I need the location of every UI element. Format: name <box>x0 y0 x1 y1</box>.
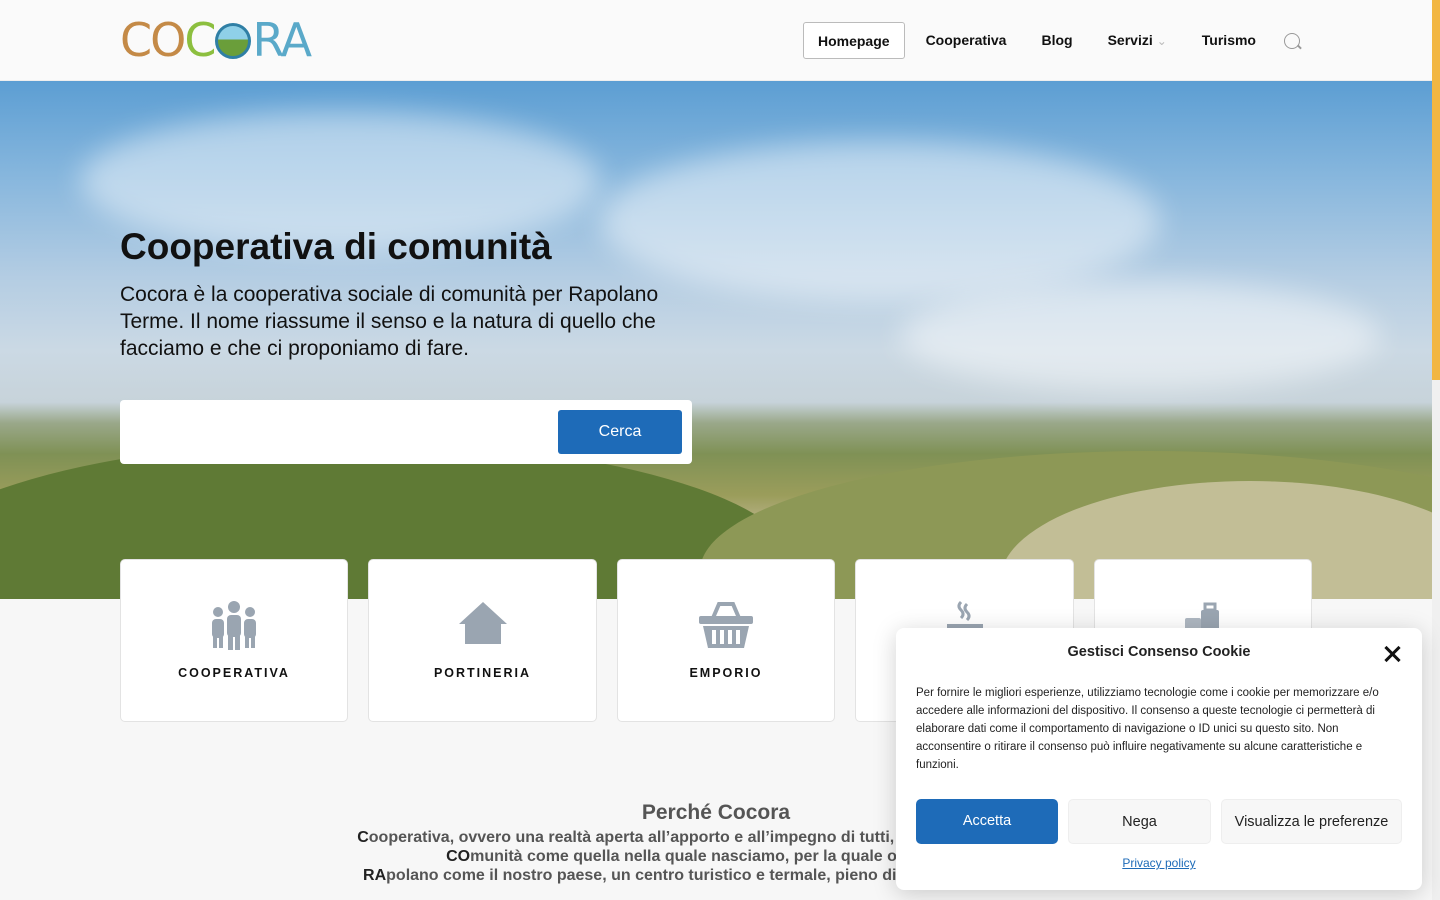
people-icon <box>210 600 258 656</box>
site-logo[interactable]: COC RA <box>120 13 345 67</box>
hero-title: Cooperativa di comunità <box>120 226 552 267</box>
hero-cloud <box>600 141 1160 301</box>
cookie-title: Gestisci Consenso Cookie <box>1067 644 1251 660</box>
card-portineria[interactable]: PORTINERIA <box>368 559 597 722</box>
privacy-policy-link[interactable]: Privacy policy <box>896 856 1422 870</box>
hero-subtitle: Cocora è la cooperativa sociale di comun… <box>120 283 659 360</box>
nav-cooperativa[interactable]: Cooperativa <box>912 22 1021 59</box>
card-label: PORTINERIA <box>433 666 532 680</box>
site-header: COC RA Homepage Cooperativa Blog Servizi ⌄… <box>0 0 1432 81</box>
accept-button[interactable]: Accetta <box>916 799 1058 844</box>
card-cooperativa[interactable]: COOPERATIVA <box>120 559 348 722</box>
search-icon[interactable] <box>1282 31 1302 51</box>
hero-search-box: Cerca <box>120 400 692 464</box>
basket-icon <box>697 600 755 654</box>
hero-section: Cooperativa di comunità Cocora è la coop… <box>0 81 1432 599</box>
cookie-consent-dialog: Gestisci Consenso Cookie Per fornire le … <box>896 628 1422 890</box>
nav-homepage[interactable]: Homepage <box>802 22 905 59</box>
nav-blog[interactable]: Blog <box>1027 22 1086 59</box>
scrollbar-thumb[interactable] <box>1432 0 1440 380</box>
search-input[interactable] <box>134 410 554 454</box>
nav-servizi-label: Servizi <box>1107 32 1153 48</box>
search-button[interactable]: Cerca <box>558 410 682 454</box>
logo-wordmark: COC RA <box>120 13 312 67</box>
close-icon[interactable] <box>1382 644 1402 664</box>
perche-acronym: CO <box>446 848 471 865</box>
perche-acronym: C <box>357 829 369 846</box>
hero-cloud <box>900 281 1380 391</box>
view-preferences-button[interactable]: Visualizza le preferenze <box>1221 799 1402 844</box>
card-label: COOPERATIVA <box>178 666 290 680</box>
card-emporio[interactable]: EMPORIO <box>617 559 835 722</box>
card-label: EMPORIO <box>689 666 763 680</box>
cookie-body-text: Per fornire le migliori esperienze, util… <box>916 687 1379 771</box>
house-icon <box>457 600 509 650</box>
main-nav: Homepage Cooperativa Blog Servizi ⌄ Turis… <box>796 22 1302 59</box>
perche-acronym: RA <box>363 867 387 884</box>
nav-turismo[interactable]: Turismo <box>1188 22 1270 59</box>
deny-button[interactable]: Nega <box>1068 799 1211 844</box>
page-scrollbar[interactable] <box>1432 0 1440 900</box>
nav-servizi[interactable]: Servizi ⌄ <box>1094 22 1181 59</box>
caret-down-icon: ⌄ <box>1156 34 1167 48</box>
logo-badge-icon <box>215 22 252 59</box>
